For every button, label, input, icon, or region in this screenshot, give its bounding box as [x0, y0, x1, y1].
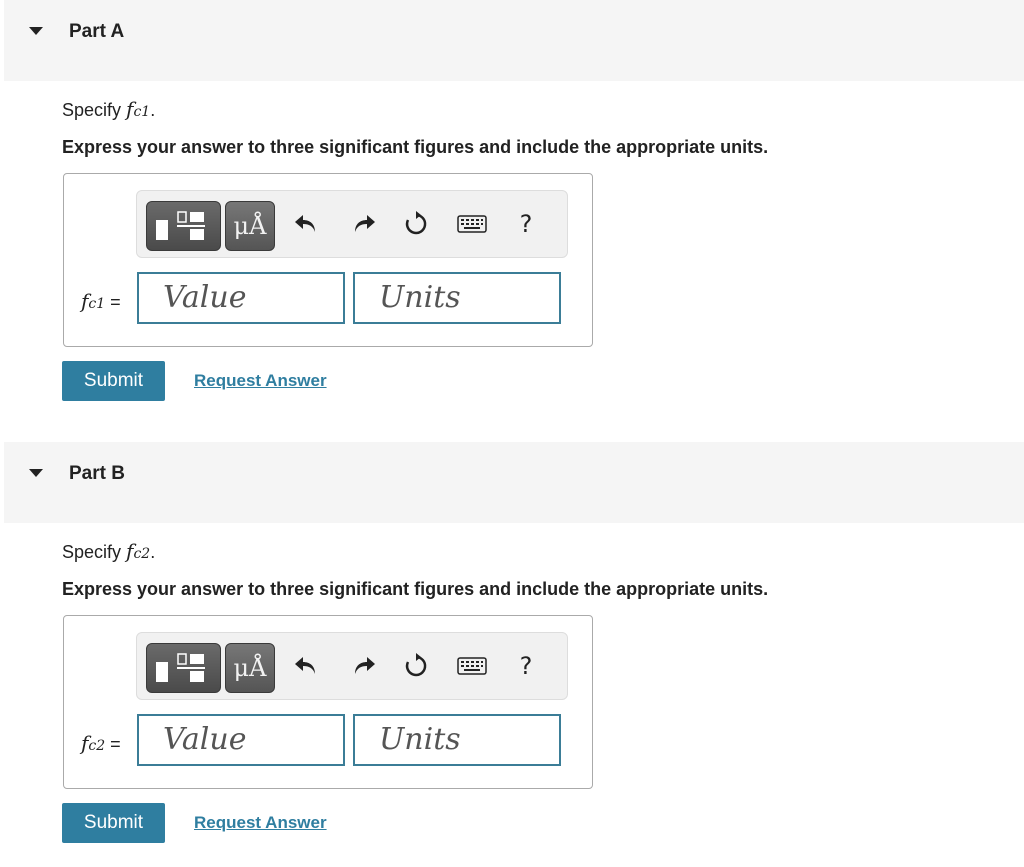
instruction-text: Express your answer to three significant…	[62, 137, 769, 157]
units-input[interactable]: Units	[353, 714, 561, 766]
help-icon[interactable]: ?	[509, 649, 543, 683]
answer-box: μÅ ? fc1 = Value Units	[63, 173, 593, 347]
submit-button[interactable]: Submit	[62, 361, 165, 401]
templates-icon	[156, 211, 205, 240]
part-title: Part A	[69, 21, 125, 42]
part-title: Part B	[69, 463, 125, 484]
keyboard-icon[interactable]	[455, 207, 489, 241]
math-toolbar: μÅ ?	[136, 190, 568, 258]
submit-button[interactable]: Submit	[62, 803, 165, 843]
part-b-header[interactable]: Part B	[4, 442, 1024, 523]
caret-down-icon[interactable]	[29, 469, 43, 477]
reset-icon[interactable]	[399, 649, 433, 683]
keyboard-icon[interactable]	[455, 649, 489, 683]
units-button[interactable]: μÅ	[225, 643, 275, 693]
templates-icon	[156, 653, 205, 682]
question-prompt: Specify fc2.	[62, 539, 156, 563]
templates-button[interactable]	[146, 201, 221, 251]
help-icon[interactable]: ?	[509, 207, 543, 241]
request-answer-link[interactable]: Request Answer	[194, 813, 327, 833]
value-input[interactable]: Value	[137, 714, 345, 766]
reset-icon[interactable]	[399, 207, 433, 241]
caret-down-icon[interactable]	[29, 27, 43, 35]
part-a-header[interactable]: Part A	[4, 0, 1024, 81]
question-prompt: Specify fc1.	[62, 97, 156, 121]
math-toolbar: μÅ ?	[136, 632, 568, 700]
request-answer-link[interactable]: Request Answer	[194, 371, 327, 391]
undo-icon[interactable]	[289, 207, 323, 241]
templates-button[interactable]	[146, 643, 221, 693]
undo-icon[interactable]	[289, 649, 323, 683]
instruction-text: Express your answer to three significant…	[62, 579, 769, 599]
answer-label: fc1 =	[81, 289, 121, 313]
redo-icon[interactable]	[347, 207, 381, 241]
units-input[interactable]: Units	[353, 272, 561, 324]
value-input[interactable]: Value	[137, 272, 345, 324]
answer-box: μÅ ? fc2 = Value Units	[63, 615, 593, 789]
units-button[interactable]: μÅ	[225, 201, 275, 251]
answer-label: fc2 =	[81, 731, 121, 755]
redo-icon[interactable]	[347, 649, 381, 683]
